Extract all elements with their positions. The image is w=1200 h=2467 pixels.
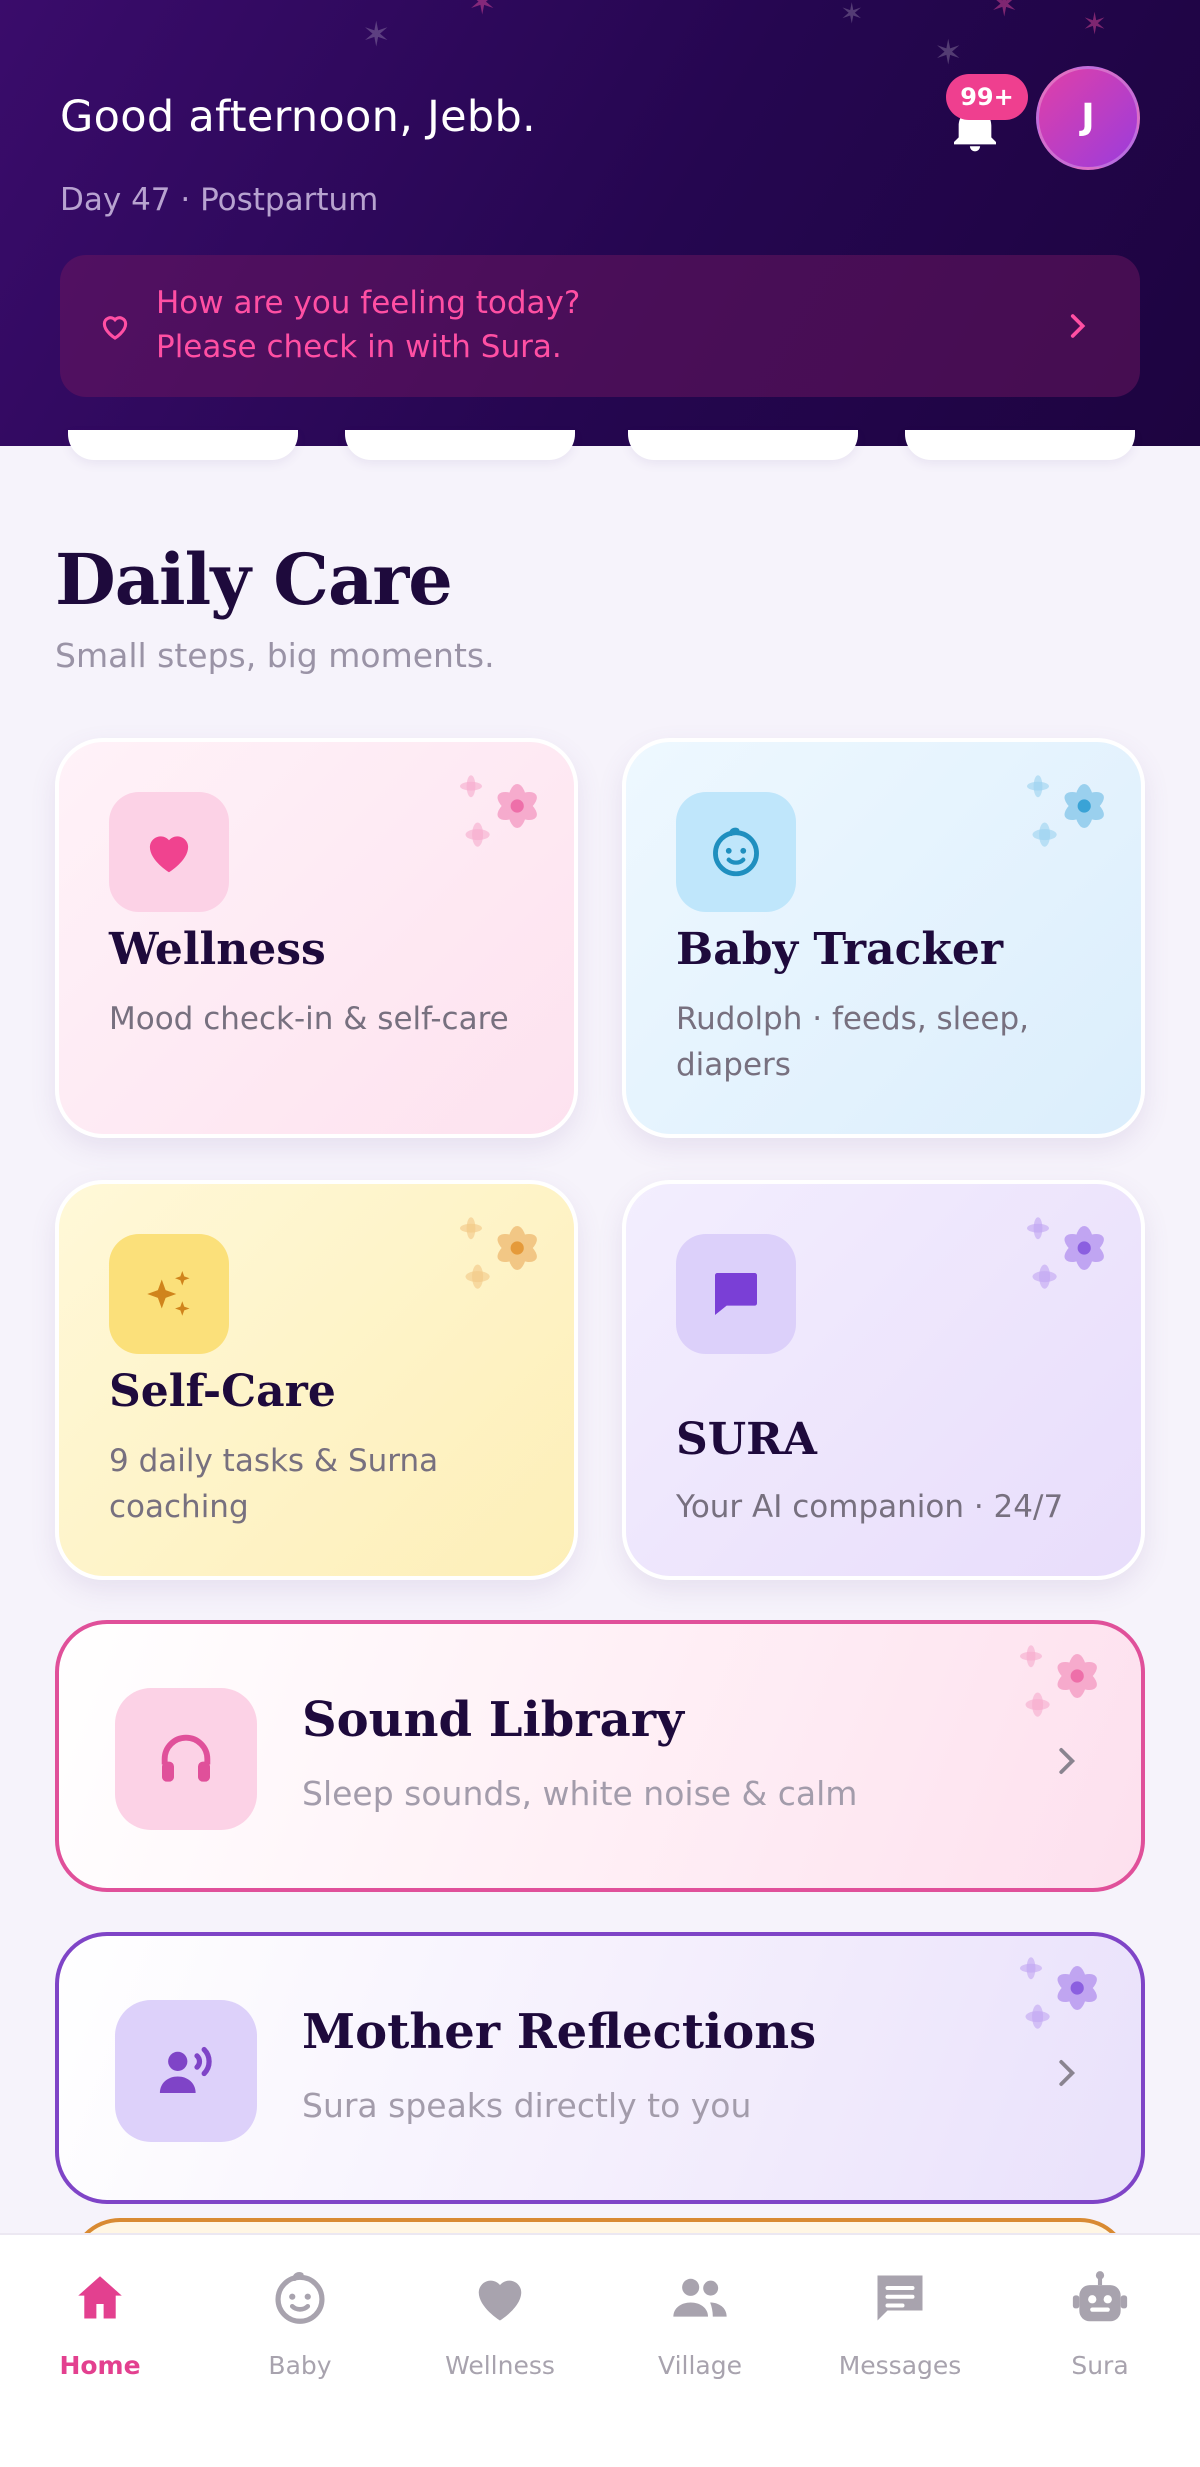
sura-icon-box: [676, 1234, 796, 1354]
nav-home-label: Home: [59, 2351, 141, 2380]
sparkle-decoration-icon: ✶: [990, 0, 1019, 25]
quick-action-card[interactable]: [628, 430, 858, 460]
sparkle-decoration-icon: ✶: [1082, 7, 1108, 42]
self-care-icon-box: [109, 1234, 229, 1354]
greeting-text: Good afternoon, Jebb.: [60, 92, 537, 142]
checkin-line-2: Please check in with Sura.: [156, 329, 562, 365]
baby-tracker-description: Rudolph · feeds, sleep, diapers: [676, 1001, 1029, 1083]
sparkles-icon: [147, 1271, 190, 1316]
chevron-right-icon: [1070, 314, 1086, 338]
robot-icon: [1072, 2271, 1128, 2322]
sparkle-decoration-icon: ✶: [840, 0, 864, 30]
sura-tile[interactable]: SURA Your AI companion · 24/7: [622, 1180, 1145, 1580]
self-care-tile[interactable]: Self-Care 9 daily tasks & Surna coaching: [55, 1180, 578, 1580]
profile-avatar[interactable]: J: [1036, 66, 1140, 170]
wellness-title: Wellness: [109, 924, 326, 975]
baby-tracker-icon-box: [676, 792, 796, 912]
notification-count-badge: 99+: [946, 74, 1028, 120]
quick-action-card[interactable]: [345, 430, 575, 460]
quick-action-card[interactable]: [68, 430, 298, 460]
wellness-description: Mood check-in & self-care: [109, 1001, 509, 1037]
flower-decoration-icon: [460, 775, 537, 847]
flower-decoration-icon: [1027, 775, 1104, 847]
wellness-tile[interactable]: Wellness Mood check-in & self-care: [55, 738, 578, 1138]
nav-sura[interactable]: Sura: [1000, 2265, 1200, 2405]
chat-bubble-icon: [715, 1273, 757, 1315]
headphones-icon: [161, 1734, 211, 1782]
self-care-title: Self-Care: [109, 1366, 336, 1417]
baby-tracker-title: Baby Tracker: [676, 924, 1004, 975]
bottom-navigation: Home Baby Wellness Village Messages Sura: [0, 2233, 1200, 2467]
message-icon: [877, 2275, 923, 2321]
nav-village[interactable]: Village: [600, 2265, 800, 2405]
sound-library-description: Sleep sounds, white noise & calm: [302, 1774, 858, 1813]
nav-home[interactable]: Home: [0, 2265, 200, 2405]
nav-messages-label: Messages: [838, 2351, 962, 2380]
section-title: Daily Care: [55, 538, 453, 621]
nav-sura-label: Sura: [1071, 2351, 1129, 2380]
section-subtitle: Small steps, big moments.: [55, 636, 495, 675]
sparkle-decoration-icon: ✶: [362, 15, 391, 55]
sound-library-card[interactable]: Sound Library Sleep sounds, white noise …: [55, 1620, 1145, 1892]
people-icon: [673, 2278, 727, 2317]
mood-checkin-banner[interactable]: How are you feeling today? Please check …: [60, 255, 1140, 397]
mother-reflections-card[interactable]: Mother Reflections Sura speaks directly …: [55, 1932, 1145, 2204]
baby-tracker-tile[interactable]: Baby Tracker Rudolph · feeds, sleep, dia…: [622, 738, 1145, 1138]
sound-library-icon-box: [115, 1688, 257, 1830]
wellness-icon-box: [109, 792, 229, 912]
mother-reflections-description: Sura speaks directly to you: [302, 2086, 752, 2125]
checkin-line-1: How are you feeling today?: [156, 285, 581, 321]
nav-messages[interactable]: Messages: [800, 2265, 1000, 2405]
sparkle-decoration-icon: ✶: [468, 0, 497, 23]
flower-decoration-icon: [460, 1217, 537, 1289]
flower-decoration-icon: [1020, 1645, 1097, 1717]
flower-decoration-icon: [1027, 1217, 1104, 1289]
nav-baby-label: Baby: [268, 2351, 332, 2380]
heart-icon: [478, 2280, 522, 2321]
heart-outline-icon: [102, 316, 128, 340]
chevron-right-icon: [1059, 2060, 1076, 2086]
sparkle-decoration-icon: ✶: [934, 33, 963, 73]
heart-icon: [149, 836, 189, 873]
nav-wellness[interactable]: Wellness: [400, 2265, 600, 2405]
chevron-right-icon: [1059, 1748, 1076, 1774]
header: ✶ ✶ ✶ ✶ ✶ ✶ Good afternoon, Jebb. Day 47…: [0, 0, 1200, 446]
checkin-text: How are you feeling today? Please check …: [156, 281, 956, 369]
person-speaking-icon: [159, 2046, 212, 2093]
self-care-description: 9 daily tasks & Surna coaching: [109, 1443, 439, 1525]
baby-icon: [275, 2272, 325, 2324]
flower-decoration-icon: [1020, 1957, 1097, 2029]
quick-action-card[interactable]: [905, 430, 1135, 460]
mother-reflections-icon-box: [115, 2000, 257, 2142]
sura-description: Your AI companion · 24/7: [676, 1489, 1064, 1525]
mother-reflections-title: Mother Reflections: [302, 2004, 817, 2060]
nav-wellness-label: Wellness: [445, 2351, 555, 2380]
sound-library-title: Sound Library: [302, 1692, 684, 1748]
sura-title: SURA: [676, 1414, 817, 1465]
nav-village-label: Village: [658, 2351, 742, 2380]
nav-baby[interactable]: Baby: [200, 2265, 400, 2405]
baby-face-icon: [713, 827, 759, 877]
home-icon: [78, 2276, 122, 2319]
postpartum-day-text: Day 47 · Postpartum: [60, 182, 379, 218]
